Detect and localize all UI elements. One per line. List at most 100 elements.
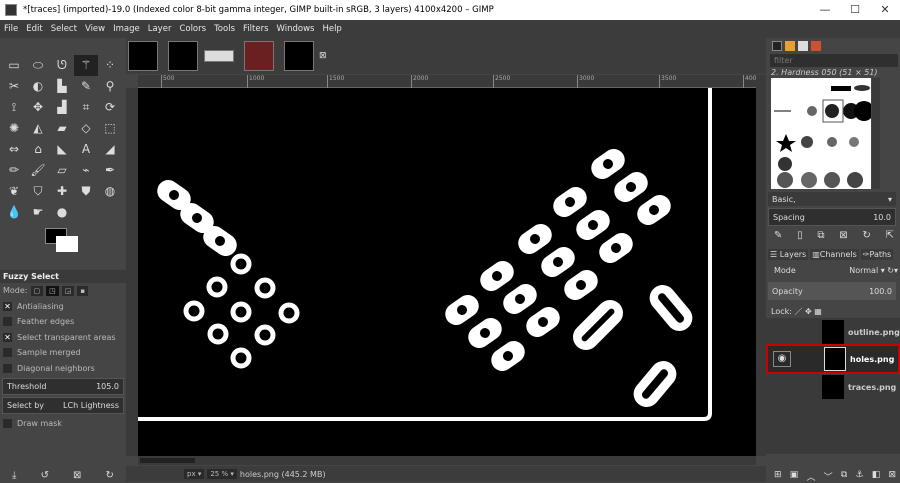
mode-replace-icon[interactable]: ▢ <box>30 285 44 296</box>
maximize-button[interactable]: ☐ <box>840 0 870 20</box>
delete-options-icon[interactable]: ⊠ <box>73 470 81 481</box>
menu-view[interactable]: View <box>85 24 105 34</box>
scissors-icon[interactable]: ✂ <box>2 76 26 97</box>
horizontal-scrollbar[interactable] <box>138 456 756 465</box>
foreground-select-icon[interactable]: ◐ <box>26 76 50 97</box>
refresh-brushes-icon[interactable]: ↻ <box>862 230 870 241</box>
minimize-button[interactable]: — <box>810 0 840 20</box>
anchor-layer-icon[interactable]: ⚓ <box>855 470 863 483</box>
menu-windows[interactable]: Windows <box>277 24 315 34</box>
transform-icon[interactable]: ⬚ <box>98 118 122 139</box>
rect-select-icon[interactable]: ▭ <box>2 55 26 76</box>
dodge-burn-icon[interactable]: ● <box>50 202 74 223</box>
delete-layer-icon[interactable]: ⊠ <box>888 470 896 483</box>
threshold-slider[interactable]: Threshold 105.0 <box>2 378 124 395</box>
fuzzy-select-icon[interactable]: ⚚ <box>74 55 98 76</box>
opacity-slider[interactable]: Opacity 100.0 <box>768 282 896 300</box>
menu-tools[interactable]: Tools <box>214 24 235 34</box>
gradients-tab-icon[interactable] <box>811 41 821 51</box>
lower-layer-icon[interactable]: ﹀ <box>824 470 833 483</box>
ink-icon[interactable]: ✒ <box>98 160 122 181</box>
brushes-tab-icon[interactable] <box>772 41 782 51</box>
scroll-thumb[interactable] <box>140 458 195 463</box>
new-layer-icon[interactable]: ⊞ <box>774 470 782 483</box>
image-tab[interactable] <box>168 41 198 71</box>
layer-row[interactable]: traces.png <box>766 374 900 400</box>
antialiasing-checkbox[interactable]: ✕ <box>3 301 12 311</box>
image-tab[interactable] <box>128 41 158 71</box>
mode-add-icon[interactable]: ◳ <box>46 285 59 296</box>
delete-brush-icon[interactable]: ⊠ <box>839 230 847 241</box>
mypaint-icon[interactable]: ❦ <box>2 181 26 202</box>
move-icon[interactable]: ✥ <box>26 97 50 118</box>
smudge-icon[interactable]: ☛ <box>26 202 50 223</box>
sample-merged-checkbox[interactable] <box>3 348 12 358</box>
save-options-icon[interactable]: ⤓ <box>12 470 16 481</box>
reset-options-icon[interactable]: ↻ <box>106 470 114 481</box>
heal-icon[interactable]: ✚ <box>50 181 74 202</box>
color-picker-icon[interactable]: ✎ <box>74 76 98 97</box>
new-brush-icon[interactable]: ▯ <box>797 230 803 241</box>
background-color[interactable] <box>56 236 78 252</box>
spacing-slider[interactable]: Spacing 10.0 <box>768 208 896 226</box>
paths-icon[interactable]: ⟟ <box>2 97 26 118</box>
crop-icon[interactable]: ⌗ <box>74 97 98 118</box>
menu-filters[interactable]: Filters <box>243 24 268 34</box>
threshold-value[interactable]: 105.0 <box>96 382 119 391</box>
paintbrush-icon[interactable]: 🖌 <box>26 160 50 181</box>
mode-intersect-icon[interactable]: ▪ <box>77 285 89 296</box>
opacity-value[interactable]: 100.0 <box>869 287 892 296</box>
select-transparent-checkbox[interactable]: ✕ <box>3 332 12 342</box>
image-tab[interactable] <box>204 50 234 62</box>
diagonal-neighbors-checkbox[interactable] <box>3 363 12 373</box>
new-group-icon[interactable]: ▣ <box>790 470 799 483</box>
select-by-dropdown[interactable]: Select by LCh Lightness <box>2 397 124 414</box>
dodge-icon[interactable]: 💧 <box>2 202 26 223</box>
ellipse-select-icon[interactable]: ⬭ <box>26 55 50 76</box>
menu-file[interactable]: File <box>4 24 18 34</box>
tab-channels[interactable]: ▥Channels <box>810 249 859 260</box>
close-button[interactable]: ✕ <box>870 0 900 20</box>
image-canvas[interactable] <box>138 88 756 456</box>
draw-mask-checkbox[interactable] <box>3 419 12 429</box>
pencil-icon[interactable]: ✏ <box>2 160 26 181</box>
text-icon[interactable]: A <box>74 139 98 160</box>
gradient-icon[interactable]: ◢ <box>98 139 122 160</box>
vertical-scrollbar[interactable] <box>756 75 766 456</box>
brush-preset-dropdown[interactable]: Basic, ▾ <box>768 192 896 206</box>
duplicate-layer-icon[interactable]: ⧉ <box>841 470 847 483</box>
perspective-clone-icon[interactable]: ⛊ <box>74 181 98 202</box>
select-by-value[interactable]: LCh Lightness <box>63 401 119 410</box>
warp-icon[interactable]: ✺ <box>2 118 26 139</box>
fonts-tab-icon[interactable] <box>798 41 808 51</box>
restore-options-icon[interactable]: ↺ <box>41 470 49 481</box>
perspective-icon[interactable]: ◇ <box>74 118 98 139</box>
menu-layer[interactable]: Layer <box>148 24 172 34</box>
mode-subtract-icon[interactable]: ◲ <box>61 285 75 296</box>
lock-pixels-icon[interactable]: ／ <box>794 307 802 316</box>
shear-icon[interactable]: ▰ <box>50 118 74 139</box>
eraser-icon[interactable]: ▱ <box>50 160 74 181</box>
cage-icon[interactable]: ⌂ <box>26 139 50 160</box>
align-tool-icon[interactable]: ▟ <box>50 97 74 118</box>
menu-select[interactable]: Select <box>51 24 77 34</box>
blur-icon[interactable]: ◍ <box>98 181 122 202</box>
lock-alpha-icon[interactable]: ▦ <box>814 307 822 316</box>
airbrush-icon[interactable]: ⌁ <box>74 160 98 181</box>
scale-icon[interactable]: ◭ <box>26 118 50 139</box>
layer-mode-dropdown[interactable]: Normal ▾ ↻▾ <box>849 266 898 275</box>
align-icon[interactable]: ▙ <box>50 76 74 97</box>
rotate-icon[interactable]: ⟳ <box>98 97 122 118</box>
mask-layer-icon[interactable]: ◧ <box>872 470 881 483</box>
zoom-icon[interactable]: ⚲ <box>98 76 122 97</box>
bucket-fill-icon[interactable]: ◣ <box>50 139 74 160</box>
brush-filter-input[interactable]: filter <box>770 54 898 67</box>
brush-grid[interactable] <box>771 78 874 189</box>
image-tab-active[interactable] <box>284 41 314 71</box>
patterns-tab-icon[interactable] <box>785 41 795 51</box>
visibility-eye-icon[interactable]: ◉ <box>773 351 791 367</box>
layer-row-selected[interactable]: ◉ holes.png <box>766 344 900 374</box>
select-by-color-icon[interactable]: ⁘ <box>98 55 122 76</box>
lasso-icon[interactable]: ᘎ <box>50 55 74 76</box>
open-brush-icon[interactable]: ⇱ <box>886 230 894 241</box>
